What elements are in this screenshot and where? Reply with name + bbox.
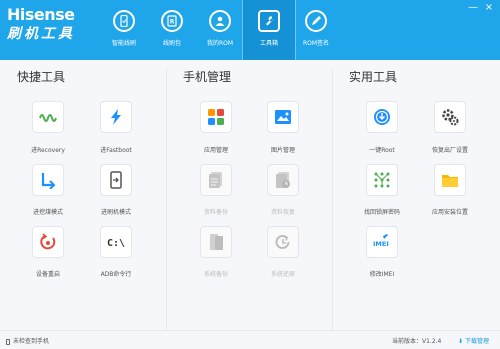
tile-image-manage[interactable] — [267, 101, 299, 133]
nav-toolbox[interactable]: 工具箱 — [242, 0, 296, 60]
user-icon — [209, 10, 231, 32]
restart-icon — [40, 233, 56, 250]
nav-label: ROM签名 — [302, 40, 330, 47]
download-label: 下载管理 — [464, 338, 489, 345]
close-button[interactable]: × — [482, 2, 496, 14]
divider — [166, 68, 167, 330]
nav-flash-package[interactable]: R 线刷包 — [146, 0, 198, 60]
status-bar: 未检查到手机 当前版本：V1.2.4 ⬇ 下载管理 — [0, 330, 500, 349]
nav-my-rom[interactable]: 我的ROM — [194, 0, 246, 60]
section-title-phone-manage: 手机管理 — [183, 70, 232, 84]
tile-adb-cmd[interactable]: C:\_ — [100, 226, 132, 258]
device-arrow-icon — [110, 171, 122, 189]
tile-modify-imei[interactable]: IMEI — [366, 226, 398, 258]
tile-label: 应用管理 — [203, 147, 228, 154]
tile-mining-mode[interactable] — [32, 164, 64, 196]
brand-subtitle: 刷机工具 — [7, 26, 75, 42]
status-text: 未检查到手机 — [13, 338, 50, 345]
tile-device-restart[interactable] — [32, 226, 64, 258]
divider — [332, 68, 333, 330]
tile-data-backup[interactable] — [200, 164, 232, 196]
tile-label: 进挖煤模式 — [32, 209, 63, 216]
tile-app-manage[interactable] — [200, 101, 232, 133]
folder-icon — [442, 175, 458, 187]
tile-data-restore[interactable] — [267, 164, 299, 196]
tile-system-restore[interactable] — [267, 226, 299, 258]
phone-sync-icon — [113, 10, 135, 32]
imei-pen-icon: IMEI — [373, 234, 389, 248]
tile-fastboot[interactable] — [100, 101, 132, 133]
nav-label: 工具箱 — [259, 40, 278, 47]
section-title-quick-tools: 快捷工具 — [17, 70, 66, 84]
tile-flash-mode[interactable] — [100, 164, 132, 196]
brand-name: Hisense — [7, 5, 75, 24]
tile-app-install-location[interactable] — [434, 164, 466, 196]
arrow-down-right-icon — [41, 173, 56, 189]
phone-icon — [6, 338, 10, 345]
minimize-button[interactable]: — — [466, 2, 480, 14]
system-restore-icon — [275, 234, 290, 249]
section-title-utilities: 实用工具 — [349, 70, 398, 84]
system-backup-icon — [210, 234, 223, 250]
nav-rom-sign[interactable]: ROM签名 — [290, 0, 342, 60]
tile-label: 应用安装位置 — [431, 209, 468, 216]
tile-label: 设备重启 — [35, 271, 60, 278]
tile-label: 资料恢复 — [270, 209, 295, 216]
app-logo: Hisense 刷机工具 — [7, 6, 75, 44]
pattern-lock-icon — [374, 172, 390, 188]
tile-system-backup[interactable] — [200, 226, 232, 258]
waveform-icon — [39, 114, 57, 122]
picture-icon — [275, 110, 291, 124]
nav-label: 我的ROM — [206, 40, 234, 47]
top-bar: Hisense 刷机工具 智能线刷 R 线刷包 我的ROM 工具箱 ROM签名 … — [0, 0, 500, 60]
doc-backup-icon — [209, 172, 222, 188]
svg-text:R: R — [170, 19, 175, 26]
tile-label: 图片管理 — [270, 147, 295, 154]
nav-smart-flash[interactable]: 智能线刷 — [98, 0, 150, 60]
package-icon: R — [161, 10, 183, 32]
lightning-icon — [111, 109, 121, 125]
terminal-icon: C:\_ — [107, 238, 125, 249]
svg-text:C:\_: C:\_ — [107, 238, 125, 249]
version-text: 当前版本：V1.2.4 — [392, 338, 442, 345]
apps-grid-icon — [208, 109, 224, 125]
download-icon: ⬇ — [458, 338, 464, 345]
download-manager-link[interactable]: ⬇ 下载管理 — [458, 336, 489, 345]
tile-label: 找回锁屏密码 — [363, 209, 400, 216]
window-controls: — × — [466, 2, 496, 14]
tile-factory-reset[interactable] — [434, 101, 466, 133]
tile-label: ADB命令行 — [100, 271, 132, 278]
tile-label: 修改IMEI — [369, 271, 395, 278]
tile-label: 恢复出厂设置 — [431, 147, 468, 154]
pen-icon — [305, 10, 327, 32]
tile-label: 资料备份 — [203, 209, 228, 216]
tile-recovery[interactable] — [32, 101, 64, 133]
root-icon — [374, 109, 390, 125]
nav-label: 智能线刷 — [111, 40, 136, 47]
connection-status: 未检查到手机 — [6, 336, 49, 345]
tile-find-lock-password[interactable] — [366, 164, 398, 196]
tile-label: 系统备份 — [203, 271, 228, 278]
svg-text:IMEI: IMEI — [373, 240, 389, 248]
tile-label: 进Recovery — [31, 147, 65, 154]
tile-label: 一键Root — [369, 147, 395, 154]
gear-icon — [442, 109, 459, 126]
doc-restore-icon — [276, 172, 290, 188]
tile-label: 进Fastboot — [100, 147, 132, 154]
tile-one-key-root[interactable] — [366, 101, 398, 133]
wrench-icon — [258, 10, 280, 32]
nav-label: 线刷包 — [162, 40, 181, 47]
tile-label: 进刷机模式 — [100, 209, 131, 216]
tile-label: 系统还原 — [270, 271, 295, 278]
